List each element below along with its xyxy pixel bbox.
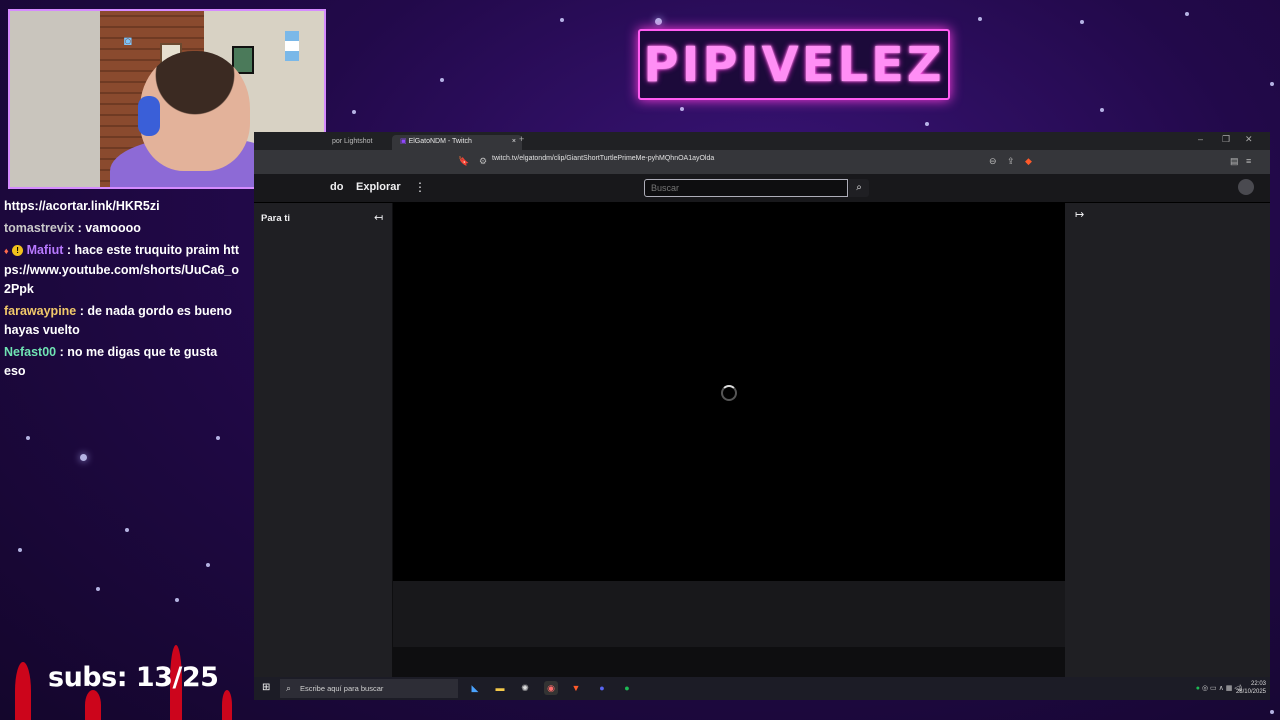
expand-chat-icon[interactable]: ↦: [1075, 208, 1084, 221]
chat-text: vamoooo: [85, 221, 141, 235]
twitch-left-sidebar: Para ti ↤: [254, 203, 392, 677]
spotify-tray-icon[interactable]: ●: [1196, 685, 1200, 692]
clock-time: 22:03: [1250, 681, 1266, 687]
twitch-logo-icon: ◙: [124, 33, 132, 48]
flag: [285, 31, 299, 61]
chat-link-line: https://acortar.link/HKR5zi: [4, 199, 160, 213]
chat-username: tomastrevix: [4, 221, 75, 235]
tray-icon[interactable]: ◎: [1202, 685, 1208, 692]
page-content: [393, 647, 1065, 677]
minimize-icon[interactable]: –: [1198, 134, 1203, 144]
chat-username: Nefast00: [4, 345, 57, 359]
tray-icon[interactable]: ▭: [1210, 685, 1217, 692]
tab-title: por Lightshot: [332, 138, 373, 145]
share-icon[interactable]: ⇪: [1007, 156, 1015, 167]
windows-taskbar: ⊞ ⌕ Escribe aquí para buscar ◣ ▬ ✺ ◉ ▼ ●…: [254, 677, 1270, 700]
broadcaster-badge-icon: ♦: [4, 246, 9, 256]
chatgpt-icon[interactable]: ✺: [518, 681, 532, 695]
chat-overlay: https://acortar.link/HKR5zi tomastrevix …: [0, 196, 245, 396]
loading-spinner-icon: [721, 385, 737, 401]
channel-logo-text: PIPIVELEZ: [643, 36, 945, 93]
taskbar-search-placeholder: Escribe aquí para buscar: [300, 684, 384, 693]
collapse-sidebar-icon[interactable]: ↤: [374, 211, 383, 224]
avatar[interactable]: [1238, 179, 1254, 195]
chat-username: farawaypine: [4, 304, 77, 318]
taskbar-clock[interactable]: 22:03 28/10/2025: [1236, 680, 1266, 696]
twitch-top-nav: do Explorar ⋮ ⌕: [254, 174, 1270, 203]
brave-icon[interactable]: ▼: [569, 681, 583, 695]
nav-following-fragment[interactable]: do: [330, 181, 343, 193]
captured-desktop: por Lightshot ▣ ElGatoNDM - Twitch × + –…: [254, 132, 1270, 700]
brave-shield-icon[interactable]: ◆: [1025, 156, 1032, 167]
sidebar-heading-for-you: Para ti: [261, 213, 291, 224]
clip-info-area: [393, 581, 1065, 647]
chat-message: ♦ ! Mafiut : hace este truquito praim ht…: [4, 243, 240, 296]
headphones: [138, 96, 160, 136]
bits-badge-icon: !: [12, 245, 24, 257]
chat-message: farawaypine : de nada gordo es bueno hay…: [4, 304, 232, 337]
new-tab-button[interactable]: +: [519, 134, 524, 144]
chat-message: Nefast00 : no me digas que te gusta eso: [4, 345, 218, 378]
taskbar-search[interactable]: ⌕ Escribe aquí para buscar: [280, 679, 458, 698]
chat-username: Mafiut: [26, 243, 64, 257]
search-icon: ⌕: [286, 683, 292, 693]
tray-icon[interactable]: ∧: [1219, 685, 1224, 692]
network-icon[interactable]: ▦: [1226, 685, 1233, 692]
close-window-icon[interactable]: ✕: [1245, 134, 1253, 145]
subs-counter: subs: 13/25: [48, 662, 219, 693]
menu-icon[interactable]: ≡: [1246, 156, 1251, 166]
site-info-icon[interactable]: ⚙: [479, 156, 487, 167]
browser-tab-bar: por Lightshot ▣ ElGatoNDM - Twitch × + –…: [254, 132, 1270, 150]
channel-logo: PIPIVELEZ: [638, 29, 950, 100]
chat-message: tomastrevix : vamoooo: [4, 221, 141, 235]
nav-explore[interactable]: Explorar: [356, 181, 401, 193]
url-field[interactable]: twitch.tv/elgatondm/clip/GiantShortTurtl…: [492, 155, 714, 162]
obs-icon[interactable]: ◉: [544, 681, 558, 695]
search-icon[interactable]: ⌕: [849, 179, 869, 197]
search-input[interactable]: [644, 179, 848, 197]
video-player[interactable]: [393, 203, 1065, 581]
tab-title: ElGatoNDM - Twitch: [408, 138, 472, 145]
zoom-icon[interactable]: ⊖: [989, 156, 997, 167]
spotify-icon[interactable]: ●: [620, 681, 634, 695]
windows-start-icon[interactable]: ⊞: [262, 682, 270, 693]
file-explorer-icon[interactable]: ▬: [493, 681, 507, 695]
browser-tab-active[interactable]: ▣ ElGatoNDM - Twitch ×: [392, 135, 522, 150]
app-icon[interactable]: ◣: [468, 681, 482, 695]
sidebar-toggle-icon[interactable]: ▤: [1230, 156, 1239, 167]
twitch-favicon-icon: ▣: [400, 138, 407, 145]
twitch-right-panel: ↦: [1065, 203, 1270, 677]
bookmark-icon[interactable]: 🔖: [458, 156, 469, 167]
tab-close-icon[interactable]: ×: [512, 135, 516, 149]
clock-date: 28/10/2025: [1235, 689, 1266, 695]
discord-icon[interactable]: ●: [595, 681, 609, 695]
restore-icon[interactable]: ❐: [1222, 134, 1230, 145]
address-bar: 🔖 ⚙ twitch.tv/elgatondm/clip/GiantShortT…: [254, 150, 1270, 174]
browser-tab[interactable]: por Lightshot: [324, 135, 400, 150]
more-options-icon[interactable]: ⋮: [414, 180, 426, 194]
